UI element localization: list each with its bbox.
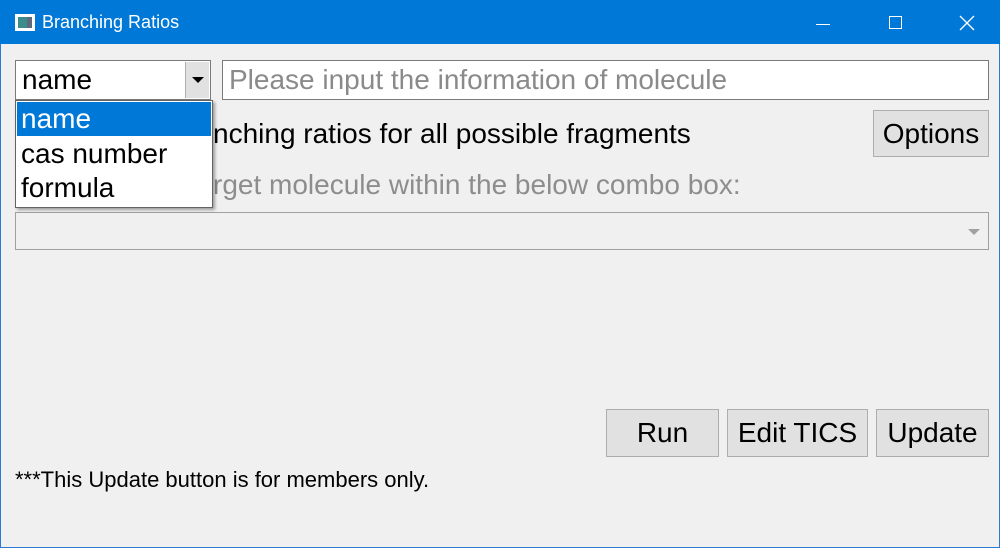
dropdown-option-formula[interactable]: formula xyxy=(17,171,211,205)
options-button[interactable]: Options xyxy=(873,110,989,157)
edit-tics-button[interactable]: Edit TICS xyxy=(727,409,868,457)
window-border-left xyxy=(0,44,1,548)
molecule-combo-dropdown-button[interactable] xyxy=(961,214,987,248)
close-button[interactable] xyxy=(932,0,1000,44)
search-type-dropdown-button[interactable] xyxy=(185,62,209,98)
app-icon xyxy=(15,14,35,31)
molecule-combo[interactable] xyxy=(15,212,989,250)
all-fragments-checkbox-label[interactable]: nching ratios for all possible fragments xyxy=(213,114,691,154)
window-title: Branching Ratios xyxy=(42,12,180,32)
molecule-input[interactable] xyxy=(222,60,989,100)
members-only-note: ***This Update button is for members onl… xyxy=(15,467,430,492)
search-type-value: name xyxy=(22,64,93,95)
run-button[interactable]: Run xyxy=(606,409,719,457)
search-type-dropdown-list: name cas number formula xyxy=(15,100,213,208)
maximize-icon xyxy=(889,16,902,29)
chevron-down-icon xyxy=(192,77,204,83)
close-icon xyxy=(959,15,975,31)
update-button[interactable]: Update xyxy=(876,409,989,457)
dropdown-option-name[interactable]: name xyxy=(17,102,211,136)
chevron-down-icon xyxy=(968,229,980,235)
maximize-button[interactable] xyxy=(861,0,931,44)
dropdown-option-cas-number[interactable]: cas number xyxy=(17,137,211,171)
minimize-button[interactable] xyxy=(788,0,858,44)
minimize-icon xyxy=(816,24,830,25)
select-molecule-hint: rget molecule within the below combo box… xyxy=(213,169,741,200)
